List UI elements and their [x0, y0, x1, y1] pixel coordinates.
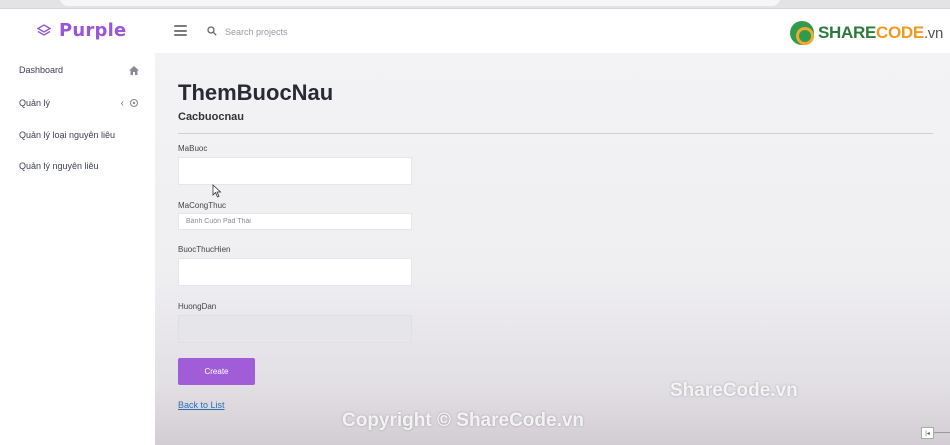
top-navbar: Purple SHARECODE.vn	[0, 9, 950, 53]
watermark-logo-text: SHARECODE.vn	[818, 23, 944, 42]
divider	[178, 133, 933, 134]
menu-toggle-icon[interactable]	[174, 25, 187, 36]
page-subtitle: Cacbuocnau	[178, 111, 245, 123]
field-label-mabuoc: MaBuoc	[178, 144, 208, 153]
field-label-buocthuchien: BuocThucHien	[178, 245, 231, 254]
search-icon	[207, 26, 217, 36]
crosshair-icon	[129, 98, 139, 108]
buocthuchien-input[interactable]	[178, 258, 412, 286]
sidebar-item-label: Quản lý nguyên liêu	[19, 161, 99, 171]
sharecode-logo-icon	[790, 21, 814, 45]
back-to-list-link[interactable]: Back to List	[178, 400, 225, 410]
sidebar-item-quan-ly[interactable]: Quản lý ‹	[19, 95, 139, 111]
sidebar-item-dashboard[interactable]: Dashboard	[19, 62, 139, 78]
page-title: ThemBuocNau	[178, 80, 334, 105]
watermark-text-mid: ShareCode.vn	[670, 380, 798, 401]
brand-logo[interactable]: Purple	[37, 20, 126, 41]
create-button[interactable]: Create	[178, 358, 255, 385]
watermark-logo: SHARECODE.vn	[790, 21, 943, 45]
huongdan-input[interactable]	[178, 315, 412, 343]
field-label-macongthuc: MaCongThuc	[178, 201, 227, 210]
layers-icon	[37, 23, 51, 36]
sidebar: Dashboard Quản lý ‹ Quản lý loại nguyên …	[0, 53, 155, 445]
corner-control-icon[interactable]: |◂	[921, 427, 934, 439]
search-input[interactable]	[225, 23, 485, 41]
field-label-huongdan: HuongDan	[178, 302, 217, 311]
sidebar-item-label: Dashboard	[19, 65, 64, 75]
chevron-left-icon: ‹	[120, 97, 124, 109]
sidebar-item-nguyen-lieu[interactable]: Quản lý nguyên liêu	[19, 158, 139, 174]
main-content	[155, 53, 950, 445]
brand-name: Purple	[59, 20, 127, 41]
watermark-text-bottom: Copyright © ShareCode.vn	[342, 410, 585, 431]
sidebar-item-loai-nguyen-lieu[interactable]: Quản lý loại nguyên liêu	[19, 127, 139, 143]
sidebar-item-label: Quản lý	[19, 98, 51, 108]
mabuoc-input[interactable]	[178, 157, 412, 185]
corner-line	[934, 432, 950, 433]
home-icon	[129, 65, 139, 75]
mouse-cursor-icon	[212, 184, 222, 198]
address-bar[interactable]	[60, 0, 780, 6]
browser-chrome	[0, 0, 950, 9]
sidebar-item-label: Quản lý loại nguyên liêu	[19, 130, 116, 140]
macongthuc-select[interactable]	[178, 213, 412, 230]
